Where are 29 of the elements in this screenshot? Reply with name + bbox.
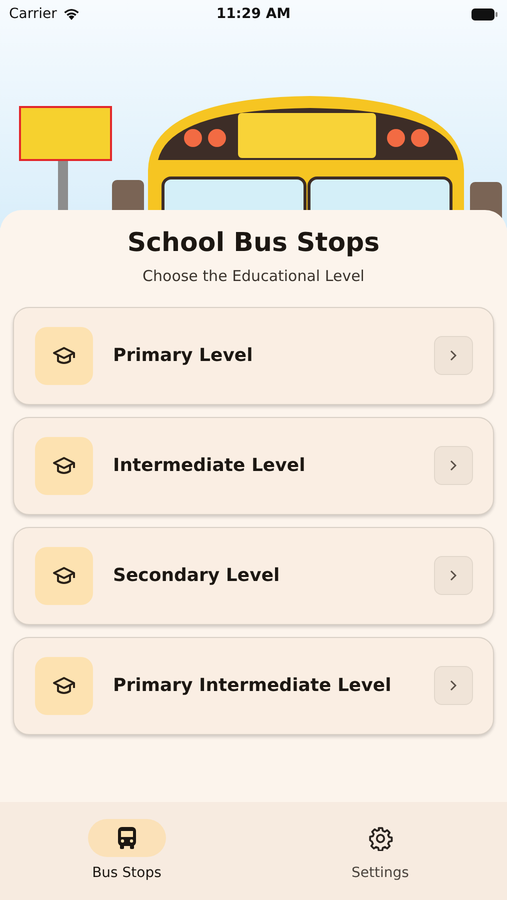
graduation-cap-icon xyxy=(52,454,76,476)
page-subtitle: Choose the Educational Level xyxy=(142,266,364,287)
wifi-icon xyxy=(62,8,80,20)
tab-item[interactable]: Bus Stops xyxy=(0,802,254,900)
carrier-label: Carrier xyxy=(9,4,57,24)
chevron-right-icon xyxy=(450,570,457,581)
graduation-cap-icon xyxy=(52,344,76,366)
chevron-button[interactable] xyxy=(434,446,473,485)
chevron-button[interactable] xyxy=(434,336,473,375)
level-card[interactable]: Intermediate Level xyxy=(13,416,494,514)
chevron-right-icon xyxy=(450,680,457,691)
level-card[interactable]: Primary Intermediate Level xyxy=(13,636,494,734)
level-card[interactable]: Secondary Level xyxy=(13,526,494,624)
settings-icon xyxy=(368,826,393,850)
clock-time: 11:29 AM xyxy=(216,4,291,24)
level-card[interactable]: Primary Level xyxy=(13,306,494,404)
graduation-cap-icon xyxy=(52,564,76,586)
graduation-cap-icon xyxy=(52,674,76,696)
chevron-button[interactable] xyxy=(434,556,473,595)
page-title: School Bus Stops xyxy=(127,227,380,260)
bus-icon xyxy=(116,826,137,850)
chevron-right-icon xyxy=(450,350,457,361)
level-label: Secondary Level xyxy=(113,564,281,588)
level-label: Primary Level xyxy=(113,344,254,368)
chevron-button[interactable] xyxy=(434,666,473,705)
chevron-right-icon xyxy=(450,460,457,471)
tab-item[interactable]: Settings xyxy=(254,802,507,900)
level-label: Primary Intermediate Level xyxy=(113,674,392,698)
level-label: Intermediate Level xyxy=(113,454,306,478)
